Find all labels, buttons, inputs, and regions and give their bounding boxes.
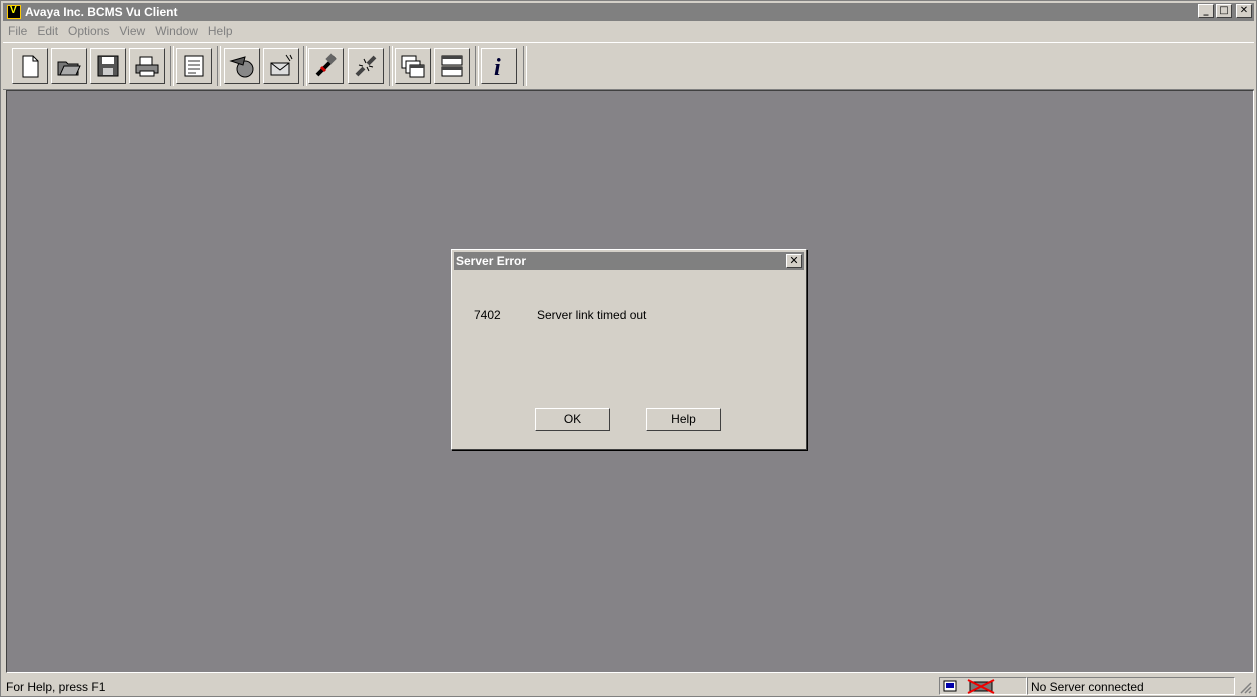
toolbar-separator — [389, 46, 393, 86]
new-document-button[interactable] — [12, 48, 48, 84]
about-button[interactable]: i — [481, 48, 517, 84]
app-logo-icon[interactable] — [7, 5, 21, 19]
report-icon — [184, 55, 204, 77]
message-button[interactable] — [263, 48, 299, 84]
server-error-dialog: Server Error ✕ 7402 Server link timed ou… — [451, 249, 807, 450]
help-button[interactable]: Help — [646, 408, 721, 431]
cascade-windows-button[interactable] — [395, 48, 431, 84]
tile-windows-button[interactable] — [434, 48, 470, 84]
menu-view[interactable]: View — [114, 22, 150, 40]
print-icon — [135, 56, 159, 77]
toolbar-separator — [475, 46, 479, 86]
disconnect-server-icon — [355, 55, 377, 77]
title-bar[interactable]: Avaya Inc. BCMS Vu Client _ □ ✕ — [3, 3, 1254, 21]
report-button[interactable] — [176, 48, 212, 84]
minimize-button[interactable]: _ — [1198, 4, 1214, 18]
dialog-close-button[interactable]: ✕ — [786, 254, 802, 268]
save-disk-icon — [97, 55, 119, 77]
error-code: 7402 — [474, 308, 501, 322]
tile-windows-icon — [441, 55, 463, 77]
ok-button[interactable]: OK — [535, 408, 610, 431]
main-window: Avaya Inc. BCMS Vu Client _ □ ✕ File Edi… — [0, 0, 1257, 697]
toolbar-separator — [523, 46, 527, 86]
print-button[interactable] — [129, 48, 165, 84]
toolbar-separator — [303, 46, 307, 86]
server-status-text: No Server connected — [1031, 680, 1144, 694]
maximize-button[interactable]: □ — [1216, 4, 1232, 18]
resize-grip-icon[interactable] — [1240, 682, 1252, 694]
menu-file[interactable]: File — [3, 22, 32, 40]
menu-help[interactable]: Help — [203, 22, 238, 40]
open-folder-icon — [57, 61, 81, 76]
menu-window[interactable]: Window — [150, 22, 203, 40]
new-document-icon — [22, 55, 39, 78]
info-icon: i — [494, 55, 501, 79]
error-message: Server link timed out — [537, 308, 647, 322]
connect-dial-icon — [229, 56, 254, 78]
dialog-title-bar[interactable]: Server Error ✕ — [454, 252, 804, 270]
menu-edit[interactable]: Edit — [32, 22, 63, 40]
connect-server-icon — [315, 53, 337, 77]
connection-status-icon — [943, 679, 995, 694]
open-button[interactable] — [51, 48, 87, 84]
dialog-title: Server Error — [456, 254, 527, 268]
close-button[interactable]: ✕ — [1236, 4, 1252, 18]
cascade-windows-icon — [401, 55, 425, 78]
disconnect-server-button[interactable] — [348, 48, 384, 84]
status-bar: For Help, press F1 No Server connected — [3, 676, 1254, 696]
toolbar-separator — [217, 46, 221, 86]
window-title: Avaya Inc. BCMS Vu Client — [25, 5, 178, 19]
message-icon — [270, 54, 293, 76]
connect-dial-button[interactable] — [224, 48, 260, 84]
save-button[interactable] — [90, 48, 126, 84]
svg-text:i: i — [494, 55, 501, 79]
connect-server-button[interactable] — [308, 48, 344, 84]
menu-bar: File Edit Options View Window Help — [3, 22, 1254, 40]
toolbar-separator — [170, 46, 174, 86]
menu-options[interactable]: Options — [63, 22, 114, 40]
status-help-text: For Help, press F1 — [6, 680, 106, 694]
toolbar: i — [3, 42, 1254, 90]
status-connection-panel — [939, 677, 1027, 695]
